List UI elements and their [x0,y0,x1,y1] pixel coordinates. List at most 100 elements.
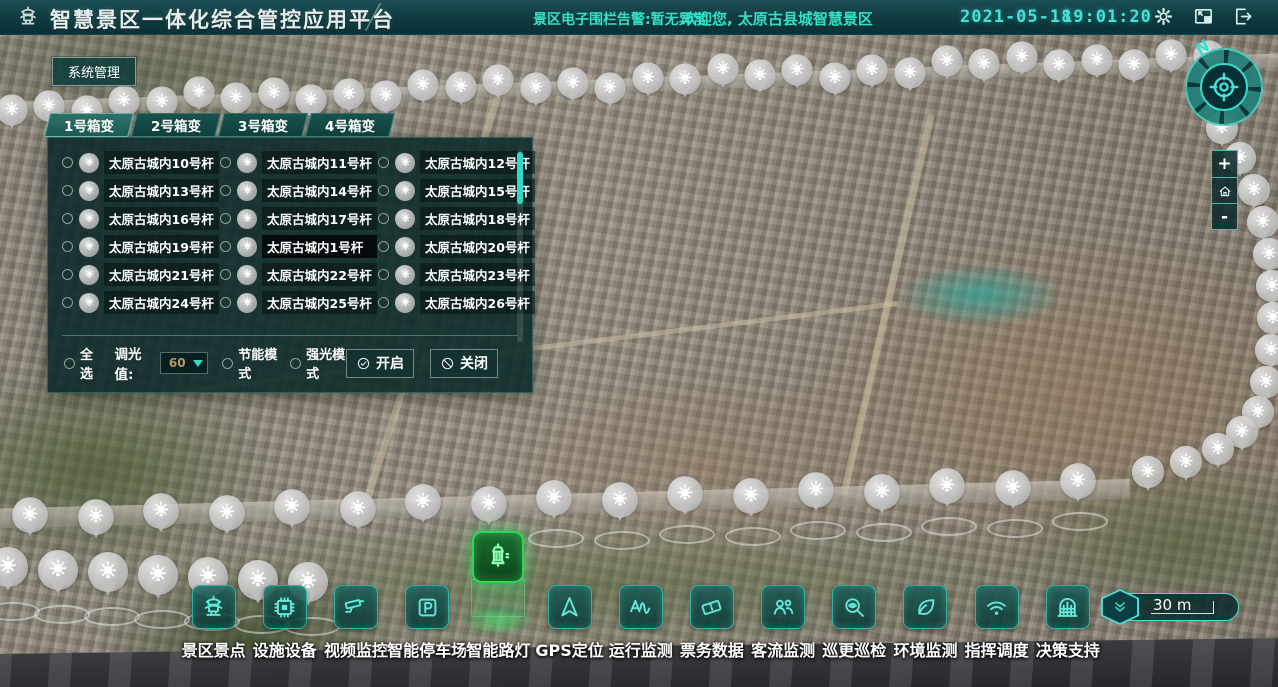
light-bulb-icon [395,181,415,201]
lamp-list-item[interactable]: 太原古城内13号杆 [62,180,220,201]
radio-circle-icon[interactable] [378,269,389,280]
zoom-in-button[interactable]: + [1212,151,1237,177]
radio-circle-icon[interactable] [62,157,73,168]
lamp-list-item[interactable]: 太原古城内24号杆 [62,292,220,313]
magnifier-icon[interactable] [832,585,876,629]
toolbar-item-11: 环境监测 [890,529,961,661]
waveform-icon[interactable] [619,585,663,629]
close-button-label: 关闭 [460,353,488,373]
eco-mode-label: 节能模式 [238,344,278,382]
toolbar-item-label: 智能停车场 [387,637,467,661]
select-all-label: 全选 [80,344,99,382]
chip-icon[interactable] [263,585,307,629]
tab-transformer-1[interactable]: 1号箱变 [47,113,131,137]
toolbar-item-label: 运行监测 [609,637,673,661]
lamp-list-item[interactable]: 太原古城内16号杆 [62,208,220,229]
dim-value-dropdown[interactable]: 60 [160,352,208,374]
leaf-icon[interactable] [903,585,947,629]
dim-value: 60 [161,356,193,370]
toolbar-item-9: 客流监测 [748,529,819,661]
lamp-list-item[interactable]: 太原古城内22号杆 [220,264,378,285]
select-all-radio[interactable]: 全选 [64,344,99,382]
radio-circle-icon[interactable] [62,269,73,280]
tab-label: 4号箱变 [308,113,392,137]
logout-icon[interactable] [1232,5,1255,28]
toolbar-item-label: 巡更巡检 [822,637,886,661]
scrollbar-thumb[interactable] [517,152,523,204]
lamp-label: 太原古城内24号杆 [104,291,219,314]
lamp-list-item[interactable]: 太原古城内25号杆 [220,292,378,313]
radio-circle-icon[interactable] [62,241,73,252]
building-icon[interactable] [1046,585,1090,629]
toolbar-item-label: 视频监控 [324,637,388,661]
compass-crosshair-icon [1200,63,1248,111]
toolbar-item-3: 视频监控 [320,529,391,661]
bright-mode-radio[interactable]: 强光模式 [290,344,346,382]
toolbar-item-12: 指挥调度 [961,529,1032,661]
map-zoom-control: + - [1211,150,1238,230]
screen-switch-icon[interactable] [1192,5,1215,28]
open-button[interactable]: 开启 [346,349,414,378]
navigation-icon[interactable] [548,585,592,629]
pagoda-icon[interactable] [192,585,236,629]
panel-scrollbar[interactable] [517,150,523,342]
lamp-list-item[interactable]: 太原古城内23号杆 [378,264,535,285]
radio-circle-icon[interactable] [220,185,231,196]
lamp-list-item[interactable]: 太原古城内15号杆 [378,180,535,201]
system-manage-button[interactable]: 系统管理 [52,57,136,86]
wifi-icon[interactable] [975,585,1019,629]
camera-icon[interactable] [334,585,378,629]
lamp-list-item[interactable]: 太原古城内12号杆 [378,152,535,173]
lamp-list-item[interactable]: 太原古城内18号杆 [378,208,535,229]
radio-circle-icon[interactable] [220,241,231,252]
lamp-list-item[interactable]: 太原古城内21号杆 [62,264,220,285]
radio-circle-icon[interactable] [378,213,389,224]
zoom-home-button[interactable] [1212,177,1237,203]
lamp-list-item[interactable]: 太原古城内26号杆 [378,292,535,313]
lamp-list-item[interactable]: 太原古城内10号杆 [62,152,220,173]
radio-circle-icon[interactable] [220,213,231,224]
panel-divider [62,335,518,336]
eco-mode-radio[interactable]: 节能模式 [222,344,278,382]
lamp-list-item[interactable]: 太原古城内17号杆 [220,208,378,229]
light-bulb-icon [79,265,99,285]
light-bulb-icon [79,293,99,313]
tab-transformer-2[interactable]: 2号箱变 [134,113,218,137]
fence-alert-status: 景区电子围栏告警:暂无异常 [533,9,707,29]
lamp-list-item[interactable]: 太原古城内14号杆 [220,180,378,201]
lamp-label: 太原古城内11号杆 [262,151,377,174]
parking-icon[interactable] [405,585,449,629]
lamp-label: 太原古城内10号杆 [104,151,219,174]
lamp-label: 太原古城内19号杆 [104,235,219,258]
toolbar-item-10: 巡更巡检 [819,529,890,661]
tab-transformer-4[interactable]: 4号箱变 [308,113,392,137]
tab-transformer-3[interactable]: 3号箱变 [221,113,305,137]
lamp-label: 太原古城内21号杆 [104,263,219,286]
zoom-out-button[interactable]: - [1212,203,1237,229]
lamp-list-item[interactable]: 太原古城内1号杆 [220,236,378,257]
gear-icon[interactable] [1152,5,1175,28]
lamp-label: 太原古城内22号杆 [262,263,377,286]
lamp-list-item[interactable]: 太原古城内19号杆 [62,236,220,257]
radio-circle-icon[interactable] [378,157,389,168]
street-lamp-icon[interactable] [472,531,524,583]
radio-circle-icon[interactable] [378,297,389,308]
radio-circle-icon[interactable] [220,269,231,280]
radio-circle-icon[interactable] [62,297,73,308]
radio-circle-icon[interactable] [378,185,389,196]
people-icon[interactable] [761,585,805,629]
toolbar-item-label: 客流监测 [751,637,815,661]
compass-control[interactable] [1185,48,1263,126]
radio-circle-icon[interactable] [62,185,73,196]
radio-circle-icon[interactable] [62,213,73,224]
toolbar-item-8: 票务数据 [676,529,747,661]
close-button[interactable]: 关闭 [430,349,498,378]
lamp-list-item[interactable]: 太原古城内11号杆 [220,152,378,173]
radio-circle-icon[interactable] [220,157,231,168]
light-bulb-icon [237,237,257,257]
radio-circle-icon[interactable] [378,241,389,252]
ticket-icon[interactable] [690,585,734,629]
lamp-list-item[interactable]: 太原古城内20号杆 [378,236,535,257]
toolbar-item-label: 指挥调度 [965,637,1029,661]
radio-circle-icon[interactable] [220,297,231,308]
